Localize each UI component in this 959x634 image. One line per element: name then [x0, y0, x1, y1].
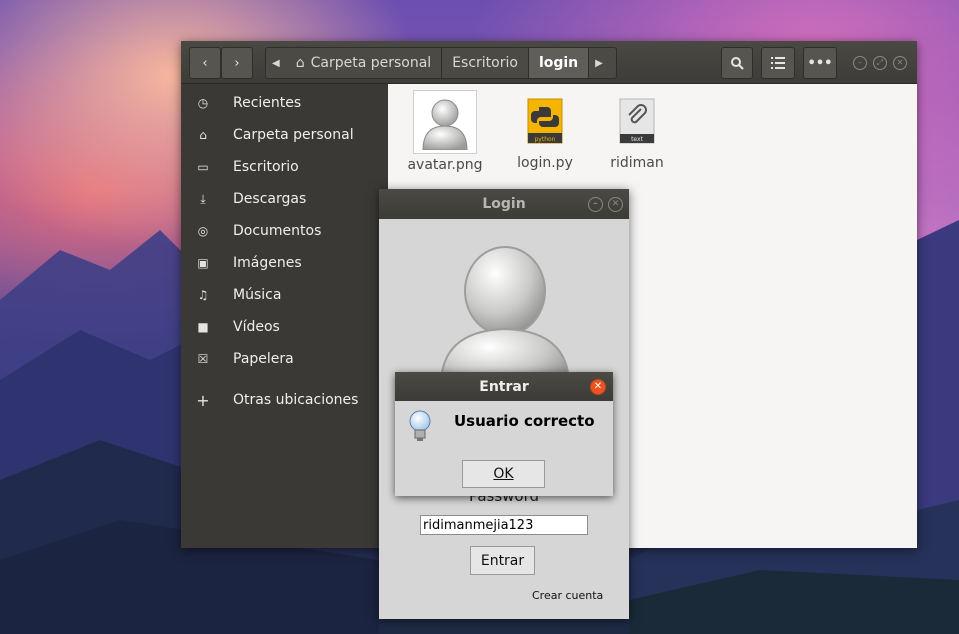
clock-icon: ◷ — [197, 96, 209, 110]
dialog-titlebar: Entrar ✕ — [395, 372, 613, 401]
breadcrumb-scroll-left[interactable]: ◀ — [266, 48, 286, 78]
triangle-right-icon: ▶ — [595, 57, 603, 69]
home-icon: ⌂ — [295, 55, 305, 71]
sidebar-item-label: Documentos — [233, 223, 322, 239]
breadcrumb-label: login — [538, 55, 579, 71]
file-name: ridiman — [610, 155, 664, 171]
close-button[interactable]: ✕ — [893, 56, 907, 70]
minimize-icon: – — [858, 58, 862, 67]
breadcrumb-label: Carpeta personal — [310, 55, 432, 71]
close-button[interactable]: ✕ — [608, 197, 623, 212]
plus-icon: + — [196, 390, 210, 410]
login-titlebar: Login – ✕ — [379, 189, 629, 219]
sidebar-item-label: Carpeta personal — [233, 127, 354, 143]
sidebar-item-carpeta-personal[interactable]: ⌂ Carpeta personal — [181, 121, 388, 149]
search-button[interactable] — [721, 47, 753, 79]
file-badge: text — [631, 136, 643, 143]
headerbar: ‹ › ◀ ⌂ Carpeta personal Escritorio logi… — [181, 41, 917, 84]
more-icon: ••• — [807, 55, 833, 71]
maximize-icon: ⤢ — [876, 58, 884, 67]
home-icon: ⌂ — [199, 128, 207, 142]
minimize-button[interactable]: – — [853, 56, 867, 70]
breadcrumb-login[interactable]: login — [528, 48, 590, 78]
file-name: avatar.png — [407, 157, 483, 173]
sidebar-item-label: Vídeos — [233, 319, 280, 335]
close-icon: ✕ — [896, 58, 904, 67]
sidebar-item-label: Papelera — [233, 351, 294, 367]
file-item-avatar[interactable]: avatar.png — [403, 90, 487, 174]
menu-button[interactable]: ••• — [803, 47, 837, 79]
list-icon — [771, 57, 785, 69]
music-icon: ♫ — [197, 288, 209, 302]
python-file-thumbnail: python — [514, 90, 576, 152]
create-account-link[interactable]: Crear cuenta — [532, 589, 603, 602]
sidebar-item-papelera[interactable]: ☒ Papelera — [181, 345, 388, 373]
sidebar-item-label: Imágenes — [233, 255, 302, 271]
sidebar-item-descargas[interactable]: ⤓ Descargas — [181, 185, 388, 213]
ok-button[interactable]: OK — [462, 460, 545, 488]
message-dialog: Entrar ✕ Usuario correcto OK — [395, 372, 613, 496]
breadcrumb-label: Escritorio — [452, 55, 518, 71]
list-view-button[interactable] — [761, 47, 795, 79]
file-name: login.py — [517, 155, 573, 171]
close-icon: ✕ — [611, 199, 620, 209]
text-file-thumbnail: text — [606, 90, 668, 152]
lightbulb-icon — [409, 410, 431, 441]
entrar-button[interactable]: Entrar — [470, 546, 535, 575]
file-badge: python — [535, 136, 556, 143]
sidebar-item-otras-ubicaciones[interactable]: + Otras ubicaciones — [181, 386, 388, 414]
document-icon: ◎ — [197, 224, 209, 238]
chevron-right-icon: › — [234, 55, 240, 71]
desktop-icon: ▭ — [197, 160, 209, 174]
sidebar-item-label: Otras ubicaciones — [233, 392, 359, 408]
breadcrumb-escritorio[interactable]: Escritorio — [442, 48, 529, 78]
user-avatar-image — [439, 246, 571, 389]
file-item-login-py[interactable]: python login.py — [503, 90, 587, 174]
sidebar-item-escritorio[interactable]: ▭ Escritorio — [181, 153, 388, 181]
dialog-message: Usuario correcto — [454, 412, 595, 430]
sidebar-item-imagenes[interactable]: ▣ Imágenes — [181, 249, 388, 277]
maximize-button[interactable]: ⤢ — [873, 56, 887, 70]
minimize-button[interactable]: – — [588, 197, 603, 212]
ok-label: OK — [493, 466, 514, 482]
image-icon: ▣ — [197, 256, 209, 270]
search-icon — [731, 57, 744, 70]
breadcrumb-home[interactable]: ⌂ Carpeta personal — [286, 48, 443, 78]
sidebar-item-videos[interactable]: ■ Vídeos — [181, 313, 388, 341]
forward-button[interactable]: › — [221, 47, 253, 79]
python-icon: python — [527, 98, 563, 144]
breadcrumb-scroll-right[interactable]: ▶ — [589, 48, 609, 78]
close-icon: ✕ — [593, 381, 603, 392]
file-item-ridiman[interactable]: text ridiman — [595, 90, 679, 174]
sidebar-item-musica[interactable]: ♫ Música — [181, 281, 388, 309]
dialog-close-button[interactable]: ✕ — [590, 379, 606, 395]
breadcrumb: ◀ ⌂ Carpeta personal Escritorio login ▶ — [265, 47, 617, 79]
password-field[interactable] — [420, 515, 588, 535]
sidebar-item-label: Música — [233, 287, 282, 303]
chevron-left-icon: ‹ — [202, 55, 208, 71]
text-file-icon: text — [619, 98, 655, 144]
window-title: Login — [482, 196, 526, 212]
user-avatar-icon — [422, 99, 468, 150]
sidebar-item-documentos[interactable]: ◎ Documentos — [181, 217, 388, 245]
back-button[interactable]: ‹ — [189, 47, 221, 79]
sidebar-item-label: Recientes — [233, 95, 302, 111]
video-icon: ■ — [197, 320, 209, 334]
triangle-left-icon: ◀ — [272, 57, 280, 69]
sidebar-item-recientes[interactable]: ◷ Recientes — [181, 89, 388, 117]
trash-icon: ☒ — [197, 352, 209, 366]
sidebar: ◷ Recientes ⌂ Carpeta personal ▭ Escrito… — [181, 84, 388, 548]
download-icon: ⤓ — [200, 191, 206, 206]
dialog-title: Entrar — [479, 378, 529, 395]
sidebar-item-label: Escritorio — [233, 159, 299, 175]
sidebar-item-label: Descargas — [233, 191, 307, 207]
image-thumbnail — [413, 90, 477, 154]
minimize-icon: – — [593, 199, 598, 209]
